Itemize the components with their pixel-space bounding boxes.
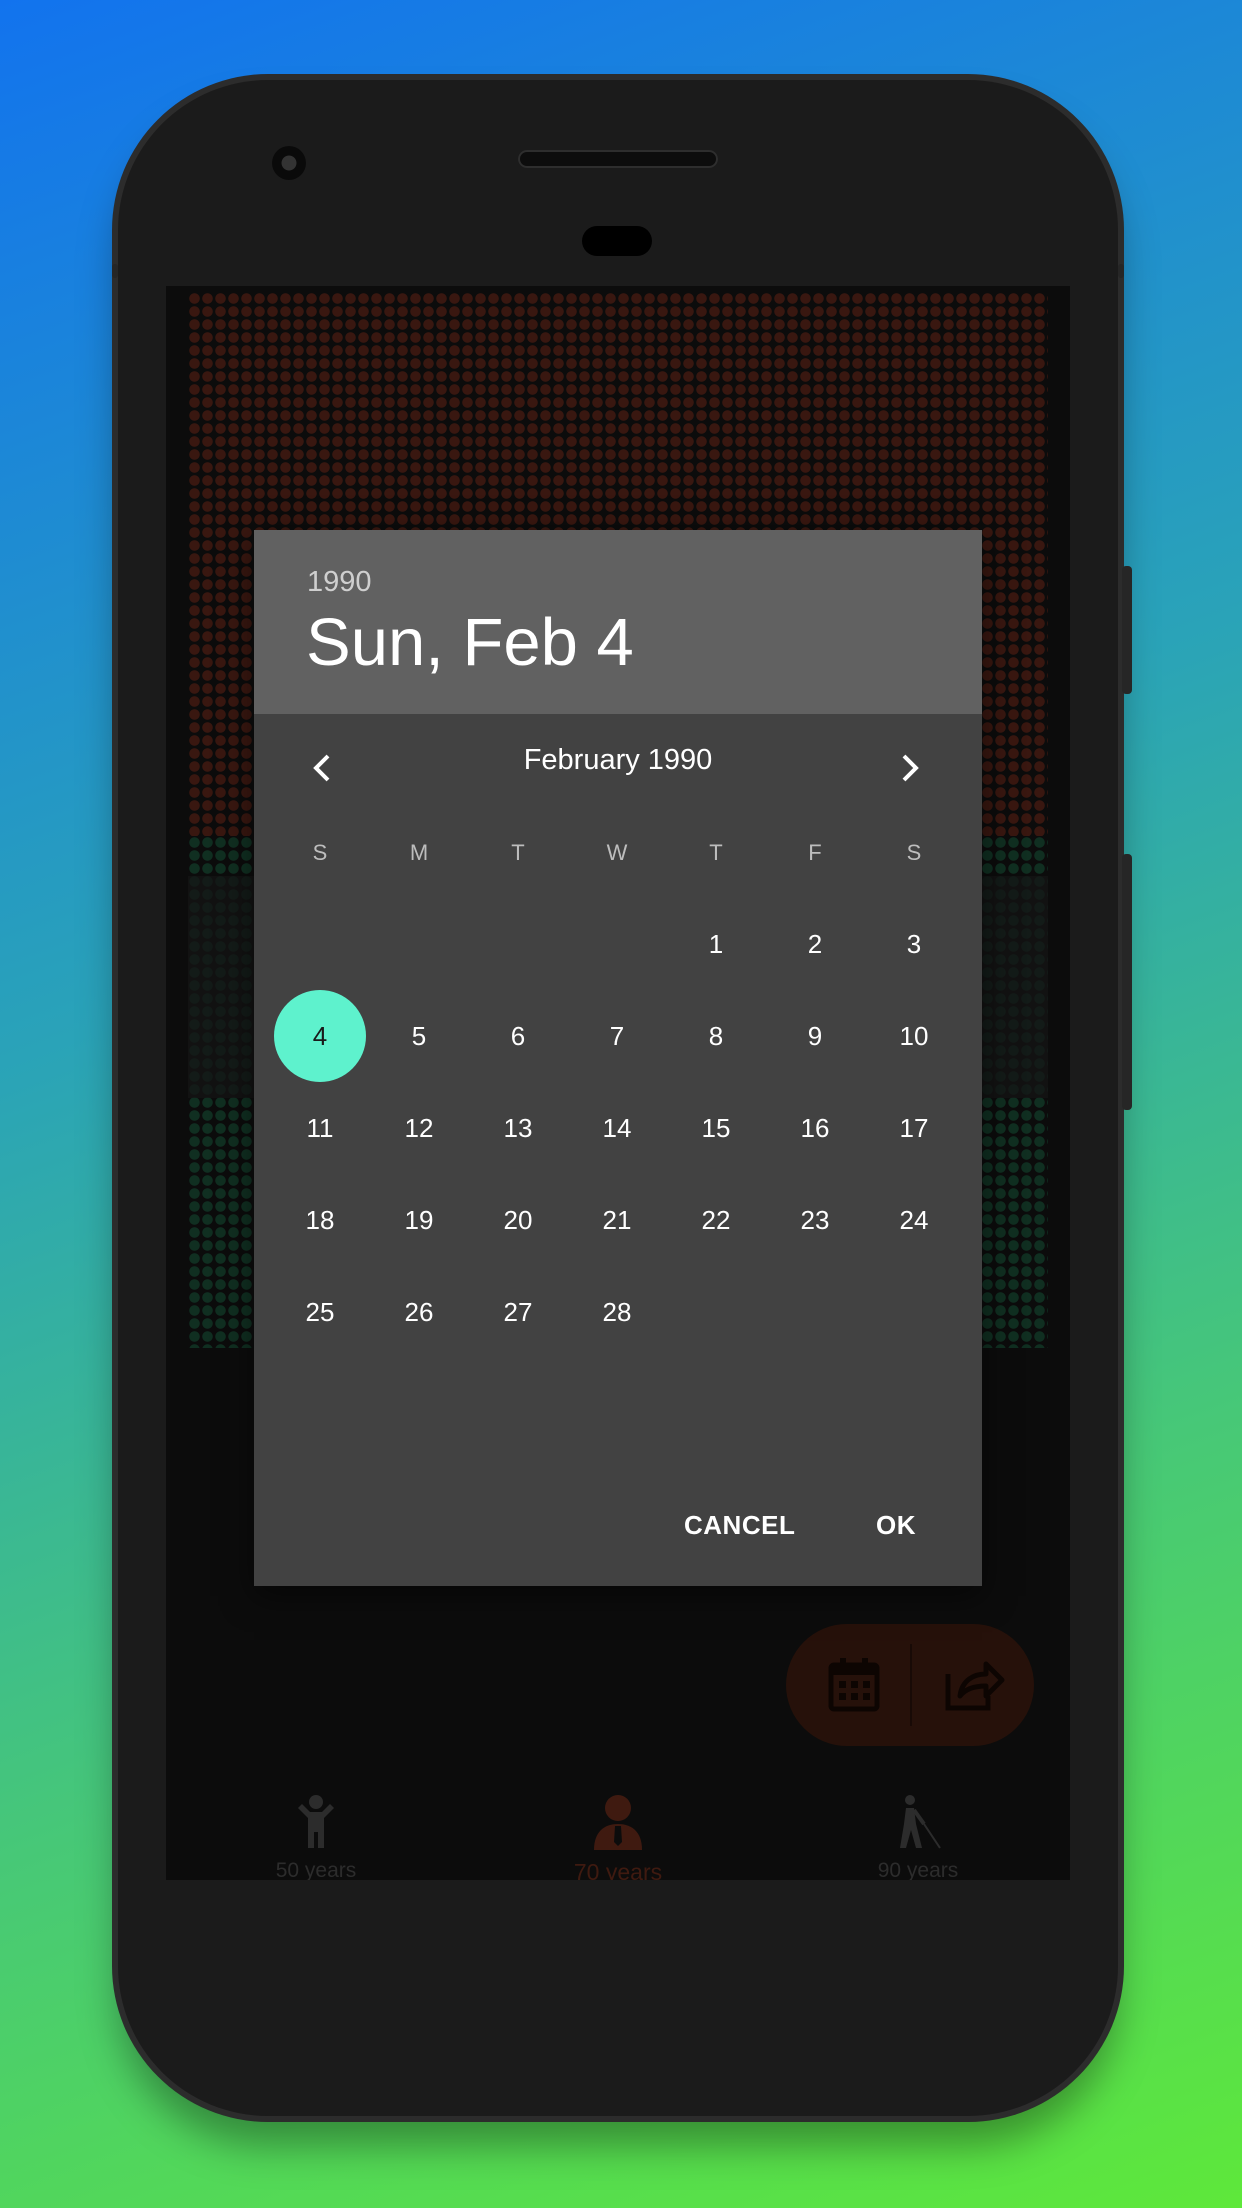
weekday-label: T (511, 840, 525, 865)
calendar-day[interactable]: 8 (670, 990, 762, 1082)
weekday-label: F (808, 840, 822, 865)
selected-day[interactable]: 4 (274, 990, 366, 1082)
date-picker-header: 1990 Sun, Feb 4 (254, 530, 982, 714)
cancel-button[interactable]: CANCEL (684, 1510, 795, 1541)
calendar-day[interactable]: 26 (373, 1266, 465, 1358)
weekday-label: S (312, 840, 328, 865)
calendar-day[interactable]: 24 (868, 1174, 960, 1266)
weekday-label: W (606, 840, 628, 865)
calendar-day[interactable]: 5 (373, 990, 465, 1082)
front-camera (272, 146, 306, 180)
calendar-day[interactable]: 6 (472, 990, 564, 1082)
calendar-day[interactable]: 14 (571, 1082, 663, 1174)
calendar-day[interactable]: 3 (868, 898, 960, 990)
calendar-day[interactable]: 17 (868, 1082, 960, 1174)
calendar-day[interactable]: 16 (769, 1082, 861, 1174)
date-picker-dialog: 1990 Sun, Feb 4 February 1990 SMTWTFS 12… (254, 530, 982, 1586)
calendar-day[interactable]: 7 (571, 990, 663, 1082)
proximity-sensor (582, 226, 652, 256)
header-date[interactable]: Sun, Feb 4 (306, 604, 634, 681)
calendar-day[interactable]: 21 (571, 1174, 663, 1266)
calendar-day[interactable]: 15 (670, 1082, 762, 1174)
power-button (1122, 566, 1132, 694)
calendar-day[interactable]: 20 (472, 1174, 564, 1266)
header-year[interactable]: 1990 (307, 566, 372, 599)
next-month-button[interactable] (890, 748, 930, 788)
calendar-day[interactable]: 28 (571, 1266, 663, 1358)
volume-button (1122, 854, 1132, 1110)
calendar-day[interactable]: 18 (274, 1174, 366, 1266)
calendar-day[interactable]: 1 (670, 898, 762, 990)
calendar-day[interactable]: 2 (769, 898, 861, 990)
weekday-label: M (409, 840, 429, 865)
calendar-day[interactable]: 13 (472, 1082, 564, 1174)
frame-band-right (1118, 264, 1124, 278)
calendar-day[interactable]: 22 (670, 1174, 762, 1266)
calendar-day[interactable]: 12 (373, 1082, 465, 1174)
calendar-day[interactable]: 27 (472, 1266, 564, 1358)
chevron-right-icon (902, 754, 919, 782)
month-label: February 1990 (523, 744, 713, 776)
calendar-day[interactable]: 11 (274, 1082, 366, 1174)
weekday-label: S (906, 840, 922, 865)
calendar-day[interactable]: 9 (769, 990, 861, 1082)
device-screen: 50 years 70 years 90 years 1990 Sun, Feb… (166, 286, 1070, 1880)
calendar-day[interactable]: 19 (373, 1174, 465, 1266)
ok-button[interactable]: OK (876, 1510, 916, 1541)
earpiece-speaker (518, 150, 718, 168)
weekday-label: T (709, 840, 723, 865)
calendar-day[interactable]: 10 (868, 990, 960, 1082)
calendar-day[interactable]: 25 (274, 1266, 366, 1358)
calendar-day[interactable]: 23 (769, 1174, 861, 1266)
frame-band-left (112, 264, 118, 278)
